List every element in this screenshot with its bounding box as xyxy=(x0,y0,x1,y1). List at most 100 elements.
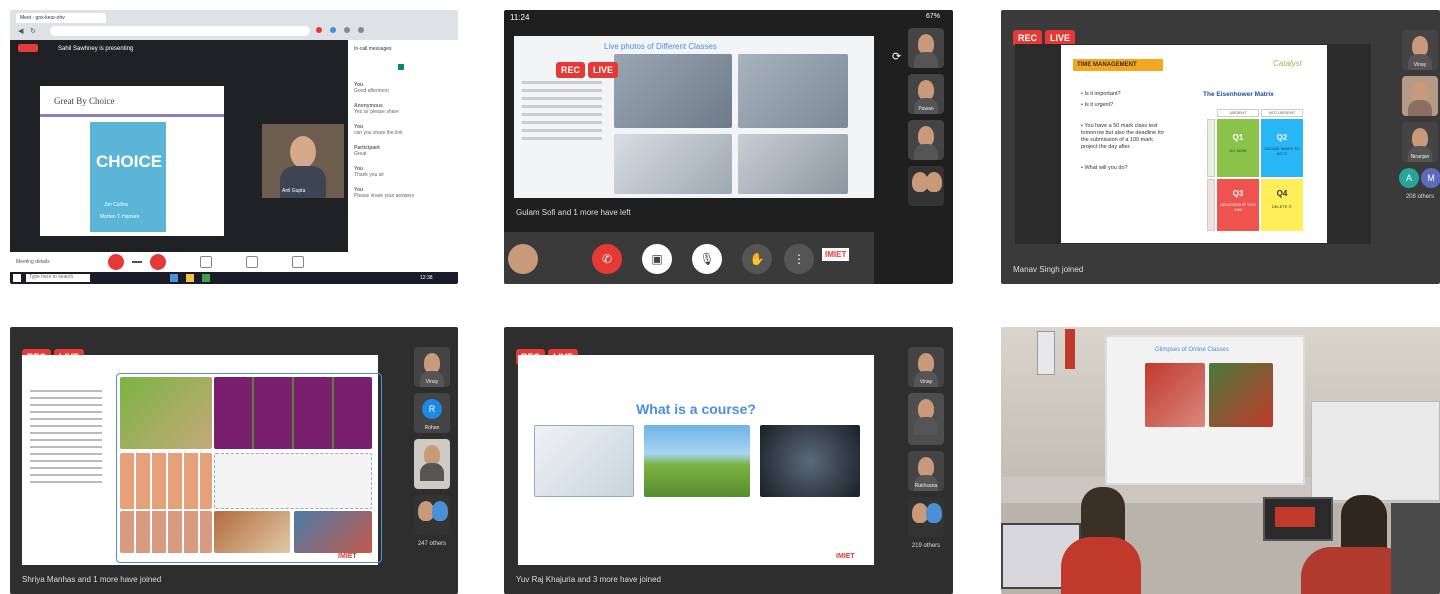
end-call-icon[interactable] xyxy=(132,261,142,263)
panel-time-management: REC LIVE TIME MANAGEMENT Catalyst • Is i… xyxy=(1001,10,1440,284)
presenting-label: Sahil Sawhney is presenting xyxy=(58,46,134,52)
quadrant-label: Q1 xyxy=(1232,133,1244,142)
taskbar-folder-icon[interactable] xyxy=(186,274,194,282)
quadrant-sub: DELEGATE IF YOU CAN xyxy=(1220,202,1256,212)
participant-thumb[interactable] xyxy=(908,497,944,537)
matrix-row-label xyxy=(1207,119,1215,177)
bullet-list: • Is it important? • Is it urgent? • You… xyxy=(1081,91,1165,171)
address-bar[interactable] xyxy=(50,26,310,36)
meet-main-area: Sahil Sawhney is presenting Great By Cho… xyxy=(10,40,348,252)
participant-thumb[interactable] xyxy=(908,120,944,160)
shared-slide: TIME MANAGEMENT Catalyst • Is it importa… xyxy=(1061,45,1327,243)
others-count: 208 others xyxy=(1405,194,1435,200)
taskbar-search[interactable]: Type here to search xyxy=(26,274,90,282)
student-body-1 xyxy=(1061,537,1141,594)
catalyst-logo: Catalyst xyxy=(1273,59,1302,68)
participant-thumb[interactable] xyxy=(908,28,944,68)
imiet-logo: IMIET xyxy=(836,553,855,560)
landscape-path-image xyxy=(644,425,750,497)
matrix-col-label: NOT URGENT xyxy=(1261,109,1303,117)
others-avatars[interactable]: A M xyxy=(1399,168,1440,188)
meeting-details-link[interactable]: Meeting details xyxy=(16,259,50,265)
participant-name: Rohan xyxy=(424,425,440,431)
bullet: You have a 50 mark class test tomorrow b… xyxy=(1081,123,1165,150)
taskbar-chrome-icon[interactable] xyxy=(202,274,210,282)
mic-button[interactable]: 🎙 xyxy=(692,244,722,274)
switch-camera-icon[interactable]: ⟳ xyxy=(892,50,901,63)
back-icon[interactable]: ◀ xyxy=(18,27,23,35)
mic-off-button[interactable] xyxy=(108,254,124,270)
chat-text: can you share the link xyxy=(354,130,403,136)
chat-text: Great xyxy=(354,151,367,157)
chat-text: Thank you sir xyxy=(354,172,385,178)
quadrant-sub: DELETE IT xyxy=(1271,204,1293,209)
quadrant-label: Q2 xyxy=(1276,133,1288,142)
confused-person-image xyxy=(534,425,634,497)
imiet-logo: IMIET xyxy=(822,248,850,261)
student-monitor xyxy=(1263,497,1333,541)
participant-name: Pawan xyxy=(918,106,934,112)
joined-message: Shriya Manhas and 1 more have joined xyxy=(22,575,162,584)
raise-hand-button[interactable]: ✋ xyxy=(742,244,772,274)
quadrant-sub: DECIDE WHEN TO DO IT xyxy=(1264,146,1300,156)
others-count: 247 others xyxy=(417,541,447,547)
monitor-content xyxy=(1275,507,1315,527)
participant-name: Vinay xyxy=(425,379,439,385)
presenter-name: Anil Gupta xyxy=(282,188,306,194)
taskbar-app-icon[interactable] xyxy=(170,274,178,282)
projected-photo-1 xyxy=(1145,363,1205,427)
book-author-1: Jim Collins xyxy=(104,202,129,208)
faces-grid-2 xyxy=(120,511,212,553)
rec-badge: REC xyxy=(556,62,586,78)
participant-thumb[interactable]: R Rohan xyxy=(414,393,450,433)
participant-thumb[interactable] xyxy=(414,495,450,535)
faces-grid xyxy=(120,453,212,509)
chair xyxy=(1391,503,1440,594)
slide-title: What is a course? xyxy=(636,401,756,417)
participant-thumb[interactable]: Pawan xyxy=(908,74,944,114)
participant-thumb[interactable]: Vinay xyxy=(908,347,944,387)
avatar: A xyxy=(1399,168,1419,188)
horse-photo xyxy=(120,377,212,449)
reload-icon[interactable]: ↻ xyxy=(30,27,36,35)
wall-poster xyxy=(1037,331,1055,375)
self-avatar xyxy=(508,244,538,274)
windows-taskbar: Type here to search 12:38 xyxy=(10,272,458,284)
status-battery: 67% xyxy=(926,13,941,20)
captions-icon[interactable] xyxy=(200,256,212,268)
panel-image-collage: REC LIVE IMIET Vinay RRohan 247 others S… xyxy=(10,327,458,594)
participant-thumb[interactable]: Niranjan xyxy=(1402,122,1438,162)
panel-browser-meet: Meet - gnx-keur-ohv ◀ ↻ Sahil Sawhney is… xyxy=(10,10,458,284)
segmentation-grid xyxy=(214,377,372,449)
quadrant-q1: Q1 DO NOW xyxy=(1217,119,1259,177)
quadrant-label: Q3 xyxy=(1232,189,1244,198)
present-now-icon[interactable] xyxy=(246,256,258,268)
captions-button[interactable]: ▣ xyxy=(642,244,672,274)
end-call-button[interactable]: ✆ xyxy=(592,244,622,274)
participant-thumb[interactable]: Vinay xyxy=(414,347,450,387)
presented-slide: Great By Choice CHOICE Jim Collins Morte… xyxy=(40,86,224,236)
participant-thumb[interactable] xyxy=(1402,76,1438,116)
participant-thumb[interactable]: Vinay xyxy=(1402,30,1438,70)
participant-thumb[interactable] xyxy=(908,166,944,206)
avatar: M xyxy=(1421,168,1440,188)
status-time: 11:24 xyxy=(510,13,530,22)
participant-thumb[interactable]: Rukhsana xyxy=(908,451,944,491)
browser-tab[interactable]: Meet - gnx-keur-ohv xyxy=(16,13,106,23)
participant-name: Niranjan xyxy=(1410,154,1430,160)
projected-photo-2 xyxy=(1209,363,1273,427)
quadrant-q4: Q4 DELETE IT xyxy=(1261,179,1303,231)
start-icon[interactable] xyxy=(13,274,21,282)
participant-thumb[interactable] xyxy=(908,393,944,445)
participant-name: Vinay xyxy=(919,379,933,385)
quadrant-sub: DO NOW xyxy=(1229,148,1247,153)
panel-classroom-photo: Glimpses of Online Classes xyxy=(1001,327,1440,594)
more-options-button[interactable]: ⋮ xyxy=(784,244,814,274)
participant-thumb[interactable] xyxy=(414,439,450,489)
bullet: Is it urgent? xyxy=(1084,102,1114,108)
book-title: CHOICE xyxy=(96,152,163,171)
camera-off-button[interactable] xyxy=(150,254,166,270)
book-author-2: Morten T. Hansen xyxy=(100,214,140,220)
chat-tab-icon[interactable] xyxy=(398,64,404,70)
more-options-icon[interactable] xyxy=(292,256,304,268)
